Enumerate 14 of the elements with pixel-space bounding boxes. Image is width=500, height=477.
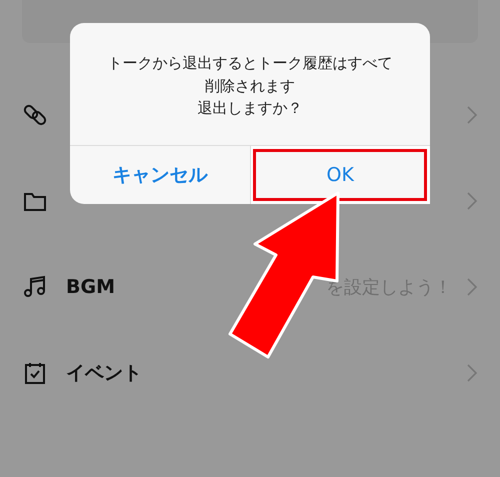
- cancel-button[interactable]: キャンセル: [70, 146, 250, 204]
- chevron-icon: [466, 277, 478, 297]
- chevron-icon: [466, 105, 478, 125]
- chevron-icon: [466, 363, 478, 383]
- link-icon: [22, 102, 48, 128]
- dialog-message: 退出しますか？: [198, 98, 302, 119]
- music-note-icon: [22, 274, 48, 300]
- chevron-icon: [466, 191, 478, 211]
- calendar-check-icon: [22, 360, 48, 386]
- row-label: イベント: [66, 361, 142, 386]
- dialog-message: 削除されます: [205, 76, 295, 96]
- ok-button[interactable]: OK: [250, 146, 430, 204]
- dialog-message: トークから退出するとトーク履歴はすべて: [108, 53, 392, 74]
- row-label: BGM: [66, 276, 115, 298]
